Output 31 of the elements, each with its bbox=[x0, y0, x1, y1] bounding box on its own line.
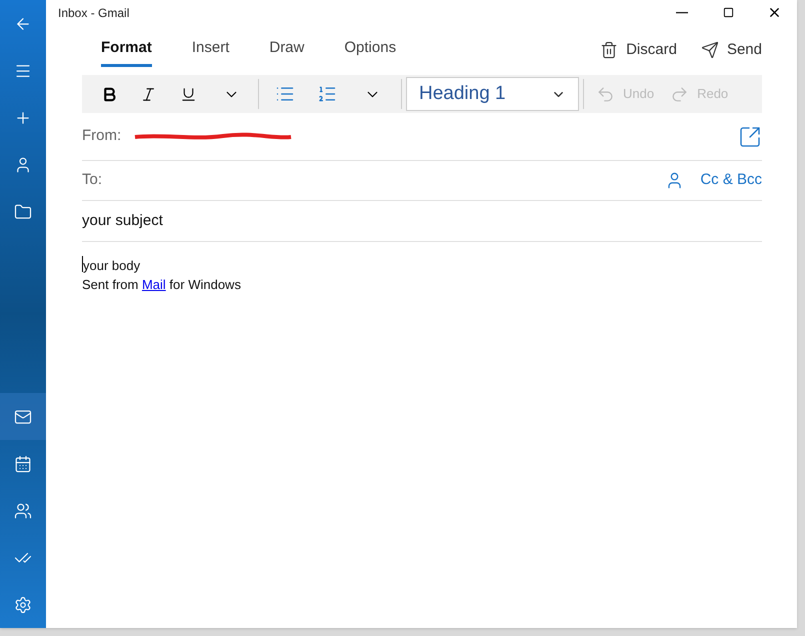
ribbon-tab[interactable]: Format bbox=[101, 33, 152, 67]
to-label: To: bbox=[82, 170, 102, 190]
folder-icon bbox=[14, 202, 32, 220]
maximize-icon bbox=[722, 7, 734, 18]
cc-bcc-link[interactable]: Cc & Bcc bbox=[700, 169, 762, 192]
calendar-icon bbox=[14, 454, 32, 472]
body-text: your body bbox=[83, 257, 140, 275]
from-label: From: bbox=[82, 126, 122, 146]
trash-icon bbox=[600, 41, 618, 59]
signature-text: Sent from Mail for Windows bbox=[82, 276, 242, 294]
send-button[interactable]: Send bbox=[700, 38, 762, 62]
redo-icon bbox=[670, 84, 690, 104]
undo-icon bbox=[596, 84, 615, 104]
subject-field[interactable]: your subject bbox=[82, 210, 163, 232]
discard-button[interactable]: Discard bbox=[600, 38, 677, 62]
send-icon bbox=[700, 41, 719, 59]
people-icon bbox=[14, 502, 32, 520]
window-title: Inbox - Gmail bbox=[58, 4, 130, 22]
minimize-icon bbox=[676, 12, 688, 14]
pop-out-icon[interactable] bbox=[738, 124, 762, 148]
mail-link[interactable]: Mail bbox=[142, 277, 166, 292]
style-dropdown[interactable]: Heading 1 bbox=[406, 77, 579, 111]
numbered-list-icon bbox=[317, 84, 337, 104]
ribbon-tab[interactable]: Options bbox=[344, 33, 396, 67]
envelope-icon bbox=[14, 408, 32, 426]
person-icon bbox=[14, 156, 32, 174]
ribbon-tab[interactable]: Insert bbox=[192, 33, 230, 67]
settings-icon bbox=[14, 596, 32, 614]
underline-icon bbox=[180, 86, 196, 102]
ribbon-tab[interactable]: Draw bbox=[269, 33, 304, 67]
nav-button[interactable] bbox=[0, 393, 46, 440]
